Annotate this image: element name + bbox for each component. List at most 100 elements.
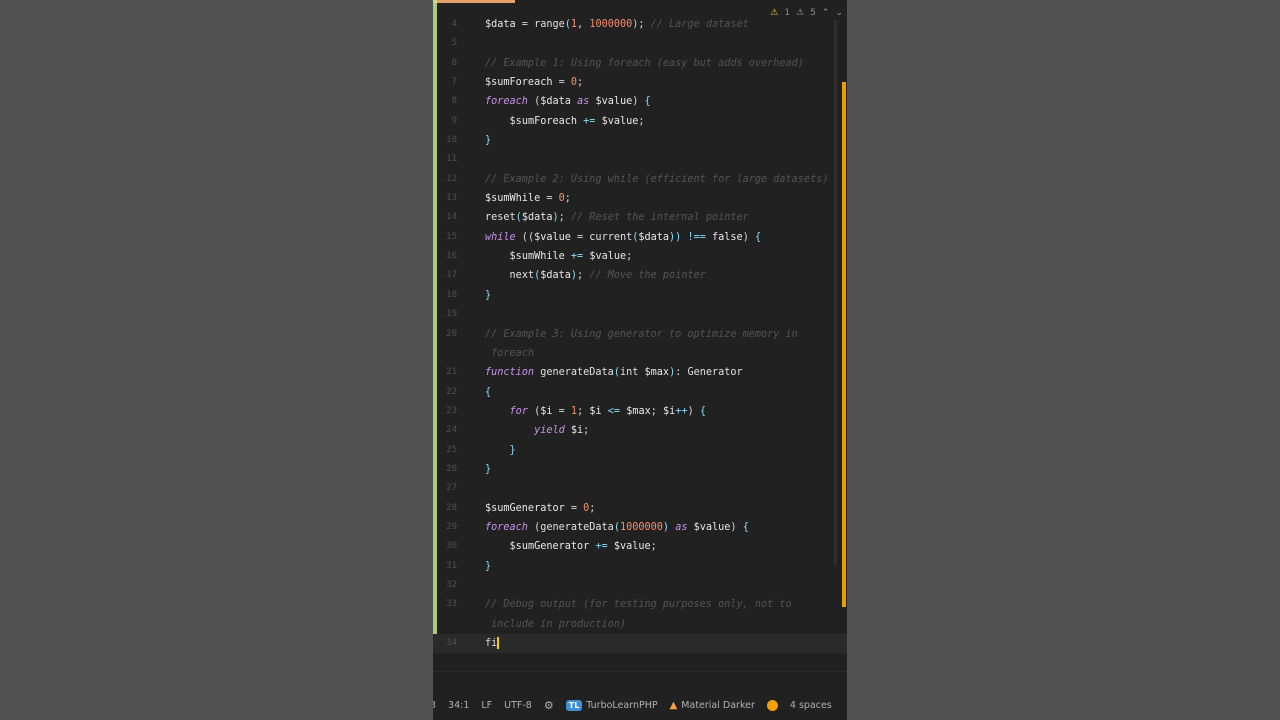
code-line[interactable]: 34 fi bbox=[433, 634, 847, 654]
code-line[interactable]: 4 $data = range(1, 1000000); // Large dat… bbox=[433, 15, 847, 34]
line-number: 17 bbox=[446, 270, 457, 281]
line-number: 26 bbox=[446, 463, 457, 474]
code-token: += bbox=[583, 115, 596, 127]
code-line[interactable]: 26} bbox=[433, 460, 847, 479]
line-separator[interactable]: LF bbox=[475, 700, 498, 711]
caret-position[interactable]: 34:1 bbox=[442, 700, 475, 711]
code-line[interactable]: 9 $sumForeach += $value; bbox=[433, 112, 847, 131]
code-token: : bbox=[675, 367, 688, 379]
code-line[interactable]: include in production) bbox=[433, 615, 847, 634]
code-token: // Example 1: Using foreach (easy but ad… bbox=[485, 57, 804, 69]
code-token: 1000000 bbox=[619, 521, 663, 533]
code-token: $data bbox=[521, 212, 553, 224]
code-line[interactable]: 22 { bbox=[433, 383, 847, 402]
code-token: += bbox=[595, 541, 608, 553]
code-token: ) bbox=[742, 231, 755, 243]
code-token: ; bbox=[564, 193, 571, 205]
theme-widget[interactable]: ▲ Material Darker bbox=[664, 700, 761, 711]
code-line[interactable]: 5 bbox=[433, 34, 847, 53]
line-number: 29 bbox=[446, 521, 457, 532]
line-number: 11 bbox=[446, 154, 457, 165]
code-token: !== bbox=[687, 231, 706, 243]
status-dot-icon bbox=[766, 699, 778, 711]
code-token: $sumGenerator bbox=[509, 541, 590, 553]
code-line[interactable]: 33 // Debug output (for testing purposes … bbox=[433, 595, 847, 614]
code-line[interactable]: 11 bbox=[433, 150, 847, 169]
plugin-widget[interactable]: TL TurboLearnPHP bbox=[560, 699, 664, 711]
code-token: } bbox=[485, 463, 492, 475]
code-line[interactable]: 13 $sumWhile = 0; bbox=[433, 189, 847, 208]
code-editor[interactable]: ⚠ 1 ⚠ 5 ⌃ ⌄ 4 $data = range(1, 1000000); … bbox=[433, 0, 847, 720]
code-token: // Large dataset bbox=[650, 19, 749, 30]
indent-setting[interactable]: 4 spaces bbox=[784, 700, 838, 711]
code-line[interactable]: 8 foreach ($data as $value) { bbox=[433, 92, 847, 111]
settings-gear-button[interactable]: ⚙ bbox=[538, 699, 560, 712]
line-number: 10 bbox=[446, 135, 457, 146]
code-token: ; bbox=[626, 251, 633, 263]
code-line[interactable]: 32 bbox=[433, 576, 847, 595]
code-token: generateData bbox=[540, 521, 614, 533]
code-token: $value bbox=[613, 541, 651, 553]
code-line[interactable]: 7 $sumForeach = 0; bbox=[433, 73, 847, 92]
file-encoding[interactable]: UTF-8 bbox=[498, 700, 538, 711]
video-backdrop-left bbox=[0, 0, 433, 720]
code-token: $value bbox=[534, 231, 571, 243]
code-line[interactable]: 18} bbox=[433, 286, 847, 305]
status-indicator[interactable] bbox=[761, 699, 784, 711]
line-code: reset($data); // Reset the internal poin… bbox=[485, 208, 749, 227]
code-line[interactable]: 17 next($data); // Move the pointer bbox=[433, 266, 847, 285]
code-line[interactable]: 29 foreach (generateData(1000000) as $val… bbox=[433, 518, 847, 537]
code-token: ++ bbox=[675, 405, 688, 417]
code-lines[interactable]: 4 $data = range(1, 1000000); // Large dat… bbox=[433, 15, 847, 654]
line-number: 6 bbox=[451, 57, 457, 68]
line-number: 30 bbox=[446, 541, 457, 552]
code-line[interactable]: 27 bbox=[433, 479, 847, 498]
line-code: // Example 2: Using while (efficient for… bbox=[485, 170, 828, 189]
code-line[interactable]: 31} bbox=[433, 557, 847, 576]
code-token: ; bbox=[577, 405, 590, 417]
code-token: ; bbox=[583, 425, 590, 437]
code-line[interactable]: 23 for ($i = 1; $i <= $max; $i++) { bbox=[433, 402, 847, 421]
code-token: ) bbox=[687, 405, 700, 417]
code-line[interactable]: 25 } bbox=[433, 441, 847, 460]
code-token: Generator bbox=[687, 367, 743, 379]
code-token: foreach bbox=[485, 96, 528, 108]
line-number: 32 bbox=[446, 579, 457, 590]
code-token: as bbox=[577, 96, 590, 108]
code-token: // Reset the internal pointer bbox=[570, 212, 749, 224]
code-line[interactable]: 28 $sumGenerator = 0; bbox=[433, 499, 847, 518]
code-token: 1000000 bbox=[589, 19, 633, 30]
code-token: = bbox=[515, 19, 535, 30]
code-token: { bbox=[742, 521, 749, 533]
code-line[interactable]: 19 bbox=[433, 305, 847, 324]
code-line[interactable]: 21 function generateData(int $max): Gener… bbox=[433, 363, 847, 382]
code-line[interactable]: 30 $sumGenerator += $value; bbox=[433, 537, 847, 556]
code-token: { bbox=[699, 405, 706, 417]
code-token: += bbox=[570, 251, 584, 263]
code-line[interactable]: foreach bbox=[433, 344, 847, 363]
line-number: 31 bbox=[446, 560, 457, 571]
code-line[interactable]: 6 // Example 1: Using foreach (easy but a… bbox=[433, 54, 847, 73]
code-line[interactable]: 20 // Example 3: Using generator to optim… bbox=[433, 325, 847, 344]
code-line[interactable]: 14 reset($data); // Reset the internal po… bbox=[433, 208, 847, 227]
line-code: yield $i; bbox=[485, 421, 589, 440]
code-line[interactable]: 15 while (($value = current($data)) !== f… bbox=[433, 228, 847, 247]
status-partial-item[interactable]: 3 bbox=[433, 700, 442, 711]
code-line[interactable]: 10} bbox=[433, 131, 847, 150]
line-code: $data = range(1, 1000000); // Large data… bbox=[485, 15, 749, 34]
turbolearn-logo-icon: TL bbox=[565, 699, 583, 711]
line-number: 9 bbox=[451, 115, 457, 126]
scrollbar-thumb[interactable] bbox=[842, 82, 846, 607]
line-number: 13 bbox=[446, 193, 457, 204]
code-token: $value bbox=[595, 96, 633, 108]
code-token: $data bbox=[540, 270, 571, 282]
code-line[interactable]: 24 yield $i; bbox=[433, 421, 847, 440]
line-number: 15 bbox=[446, 231, 457, 242]
line-code: foreach (generateData(1000000) as $value… bbox=[485, 518, 749, 537]
code-line[interactable]: 12 // Example 2: Using while (efficient f… bbox=[433, 170, 847, 189]
code-line[interactable]: 16 $sumWhile += $value; bbox=[433, 247, 847, 266]
code-token: $value bbox=[693, 521, 731, 533]
